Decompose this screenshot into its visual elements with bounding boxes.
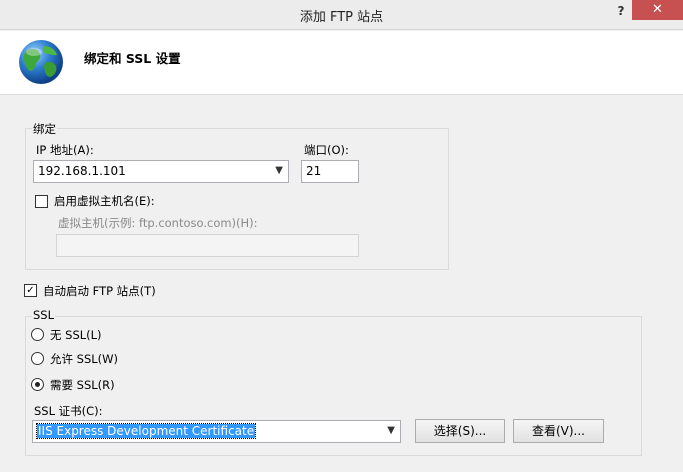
ssl-cert-value: IIS Express Development Certificate bbox=[35, 423, 257, 439]
radio-require-ssl-label: 需要 SSL(R) bbox=[50, 378, 115, 392]
radio-allow-ssl-label: 允许 SSL(W) bbox=[50, 352, 119, 366]
ip-address-value: 192.168.1.101 bbox=[38, 164, 126, 178]
close-button[interactable]: ✕ bbox=[632, 0, 683, 20]
view-cert-button[interactable]: 查看(V)... bbox=[513, 419, 604, 443]
virtual-host-checkbox-label: 启用虚拟主机名(E): bbox=[54, 194, 155, 208]
close-icon: ✕ bbox=[652, 2, 663, 17]
ssl-group-label: SSL bbox=[32, 308, 56, 322]
port-value: 21 bbox=[306, 164, 322, 178]
title-bar: 添加 FTP 站点 ? ✕ bbox=[0, 0, 683, 30]
ip-address-dropdown[interactable]: 192.168.1.101 ▼ bbox=[33, 160, 289, 183]
select-cert-button[interactable]: 选择(S)... bbox=[415, 419, 505, 443]
virtual-host-input[interactable] bbox=[56, 234, 359, 257]
auto-start-label: 自动启动 FTP 站点(T) bbox=[43, 284, 156, 298]
ssl-cert-dropdown[interactable]: IIS Express Development Certificate ▼ bbox=[32, 420, 401, 443]
binding-group-label: 绑定 bbox=[32, 121, 57, 137]
help-button[interactable]: ? bbox=[610, 2, 632, 20]
window-title: 添加 FTP 站点 bbox=[299, 10, 384, 25]
chevron-down-icon: ▼ bbox=[387, 425, 395, 436]
virtual-host-label: 虚拟主机(示例: ftp.contoso.com)(H): bbox=[58, 216, 258, 230]
radio-no-ssl[interactable] bbox=[31, 328, 44, 341]
radio-no-ssl-label: 无 SSL(L) bbox=[50, 328, 102, 342]
page-title: 绑定和 SSL 设置 bbox=[84, 51, 181, 66]
wizard-header: 绑定和 SSL 设置 bbox=[0, 31, 683, 95]
virtual-host-checkbox[interactable] bbox=[35, 195, 48, 208]
radio-require-ssl[interactable] bbox=[31, 378, 44, 391]
chevron-down-icon: ▼ bbox=[275, 165, 283, 176]
ip-address-label: IP 地址(A): bbox=[36, 143, 94, 157]
ssl-cert-label: SSL 证书(C): bbox=[34, 404, 103, 418]
port-label: 端口(O): bbox=[304, 143, 349, 157]
radio-allow-ssl[interactable] bbox=[31, 352, 44, 365]
globe-icon bbox=[19, 40, 63, 84]
auto-start-checkbox[interactable]: ✓ bbox=[24, 284, 37, 297]
port-input[interactable]: 21 bbox=[301, 160, 359, 183]
